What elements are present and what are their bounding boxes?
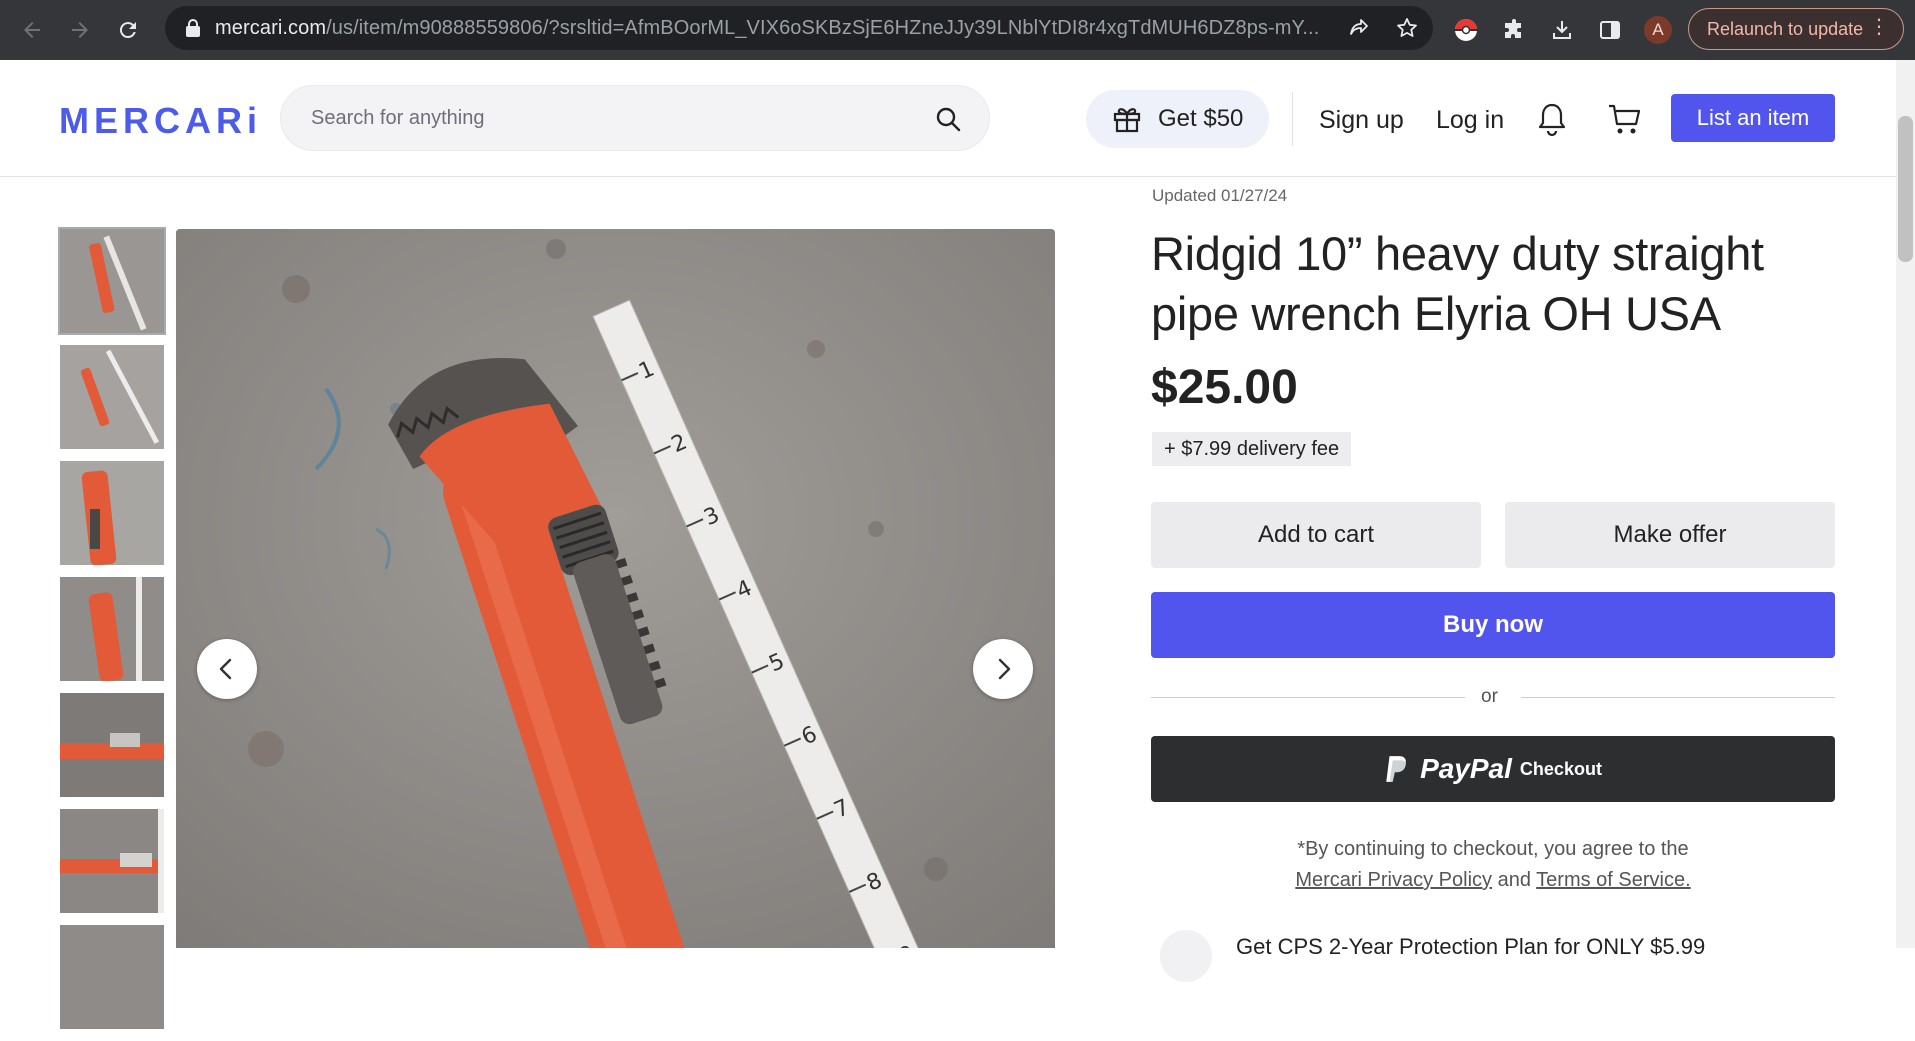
relaunch-button[interactable]: Relaunch to update ⋮ — [1688, 8, 1904, 50]
signup-link[interactable]: Sign up — [1319, 106, 1404, 135]
or-divider-right — [1521, 697, 1835, 698]
previous-photo-button[interactable] — [197, 639, 257, 699]
consent-and: and — [1497, 869, 1531, 891]
thumbnail-6[interactable] — [60, 809, 164, 913]
relaunch-label: Relaunch to update — [1707, 18, 1864, 39]
puzzle-extensions-icon[interactable] — [1500, 16, 1528, 44]
protection-plan-icon — [1160, 930, 1212, 982]
main-product-photo[interactable]: 123 456 789 — [176, 229, 1055, 948]
thumbnail-7[interactable] — [60, 925, 164, 1029]
next-photo-button[interactable] — [973, 639, 1033, 699]
thumbnail-4[interactable] — [60, 577, 164, 681]
paypal-wordmark: PayPal — [1420, 753, 1512, 784]
paypal-checkout-button[interactable]: PayPal Checkout — [1151, 736, 1835, 802]
browser-toolbar: mercari.com/us/item/m90888559806/?srslti… — [0, 0, 1915, 60]
search-bar[interactable] — [280, 85, 990, 151]
scrollbar-thumb[interactable] — [1898, 116, 1913, 262]
chevron-right-icon — [998, 658, 1011, 680]
download-icon[interactable] — [1548, 16, 1576, 44]
protection-plan-offer[interactable]: Get CPS 2-Year Protection Plan for ONLY … — [1236, 934, 1705, 960]
search-input[interactable] — [311, 106, 911, 130]
privacy-policy-link[interactable]: Mercari Privacy Policy — [1295, 869, 1492, 891]
cart-icon[interactable] — [1606, 101, 1642, 137]
terms-of-service-link[interactable]: Terms of Service. — [1536, 869, 1690, 891]
add-to-cart-button[interactable]: Add to cart — [1151, 502, 1481, 568]
paypal-icon — [1386, 756, 1406, 782]
checkout-consent: *By continuing to checkout, you agree to… — [1151, 834, 1835, 896]
bell-icon[interactable] — [1535, 101, 1569, 137]
get-50-label: Get $50 — [1158, 105, 1244, 132]
or-divider-text: or — [1481, 686, 1498, 707]
mercari-logo[interactable]: MERCARi — [59, 100, 262, 142]
url-text[interactable]: mercari.com/us/item/m90888559806/?srslti… — [215, 17, 1365, 40]
more-vert-icon[interactable]: ⋮ — [1869, 17, 1889, 37]
item-price: $25.00 — [1151, 361, 1298, 414]
list-an-item-button[interactable]: List an item — [1671, 94, 1835, 142]
profile-avatar[interactable]: A — [1644, 16, 1672, 44]
make-offer-button[interactable]: Make offer — [1505, 502, 1835, 568]
site-header: MERCARi Get $50 Sign up Log in List an i… — [0, 60, 1915, 177]
chevron-left-icon — [219, 658, 232, 680]
share-icon[interactable] — [1347, 16, 1371, 40]
thumbnail-1[interactable] — [58, 227, 166, 335]
pipe-wrench-photo: 123 456 789 — [176, 229, 1055, 948]
buy-now-button[interactable]: Buy now — [1151, 592, 1835, 658]
login-link[interactable]: Log in — [1436, 106, 1504, 135]
gift-icon — [1113, 108, 1141, 133]
back-arrow-icon[interactable] — [12, 10, 52, 50]
thumbnail-list — [58, 227, 166, 1041]
item-title: Ridgid 10” heavy duty straight pipe wren… — [1151, 227, 1764, 340]
or-divider-left — [1151, 697, 1465, 698]
thumbnail-3[interactable] — [60, 461, 164, 565]
updated-date: Updated 01/27/24 — [1152, 186, 1288, 205]
side-panel-icon[interactable] — [1596, 16, 1624, 44]
delivery-fee-badge: + $7.99 delivery fee — [1152, 432, 1352, 466]
star-icon[interactable] — [1395, 16, 1419, 40]
forward-arrow-icon[interactable] — [60, 10, 100, 50]
thumbnail-5[interactable] — [60, 693, 164, 797]
paypal-checkout-label: Checkout — [1519, 758, 1602, 779]
lock-icon[interactable] — [185, 19, 201, 37]
pokeball-extension-icon[interactable] — [1452, 16, 1480, 44]
address-bar[interactable]: mercari.com/us/item/m90888559806/?srslti… — [165, 6, 1433, 50]
reload-icon[interactable] — [108, 10, 148, 50]
get-50-button[interactable]: Get $50 — [1086, 90, 1269, 148]
search-icon[interactable] — [935, 106, 961, 132]
consent-prefix: *By continuing to checkout, you agree to… — [1297, 838, 1689, 860]
thumbnail-2[interactable] — [60, 345, 164, 449]
header-divider — [1292, 92, 1293, 146]
